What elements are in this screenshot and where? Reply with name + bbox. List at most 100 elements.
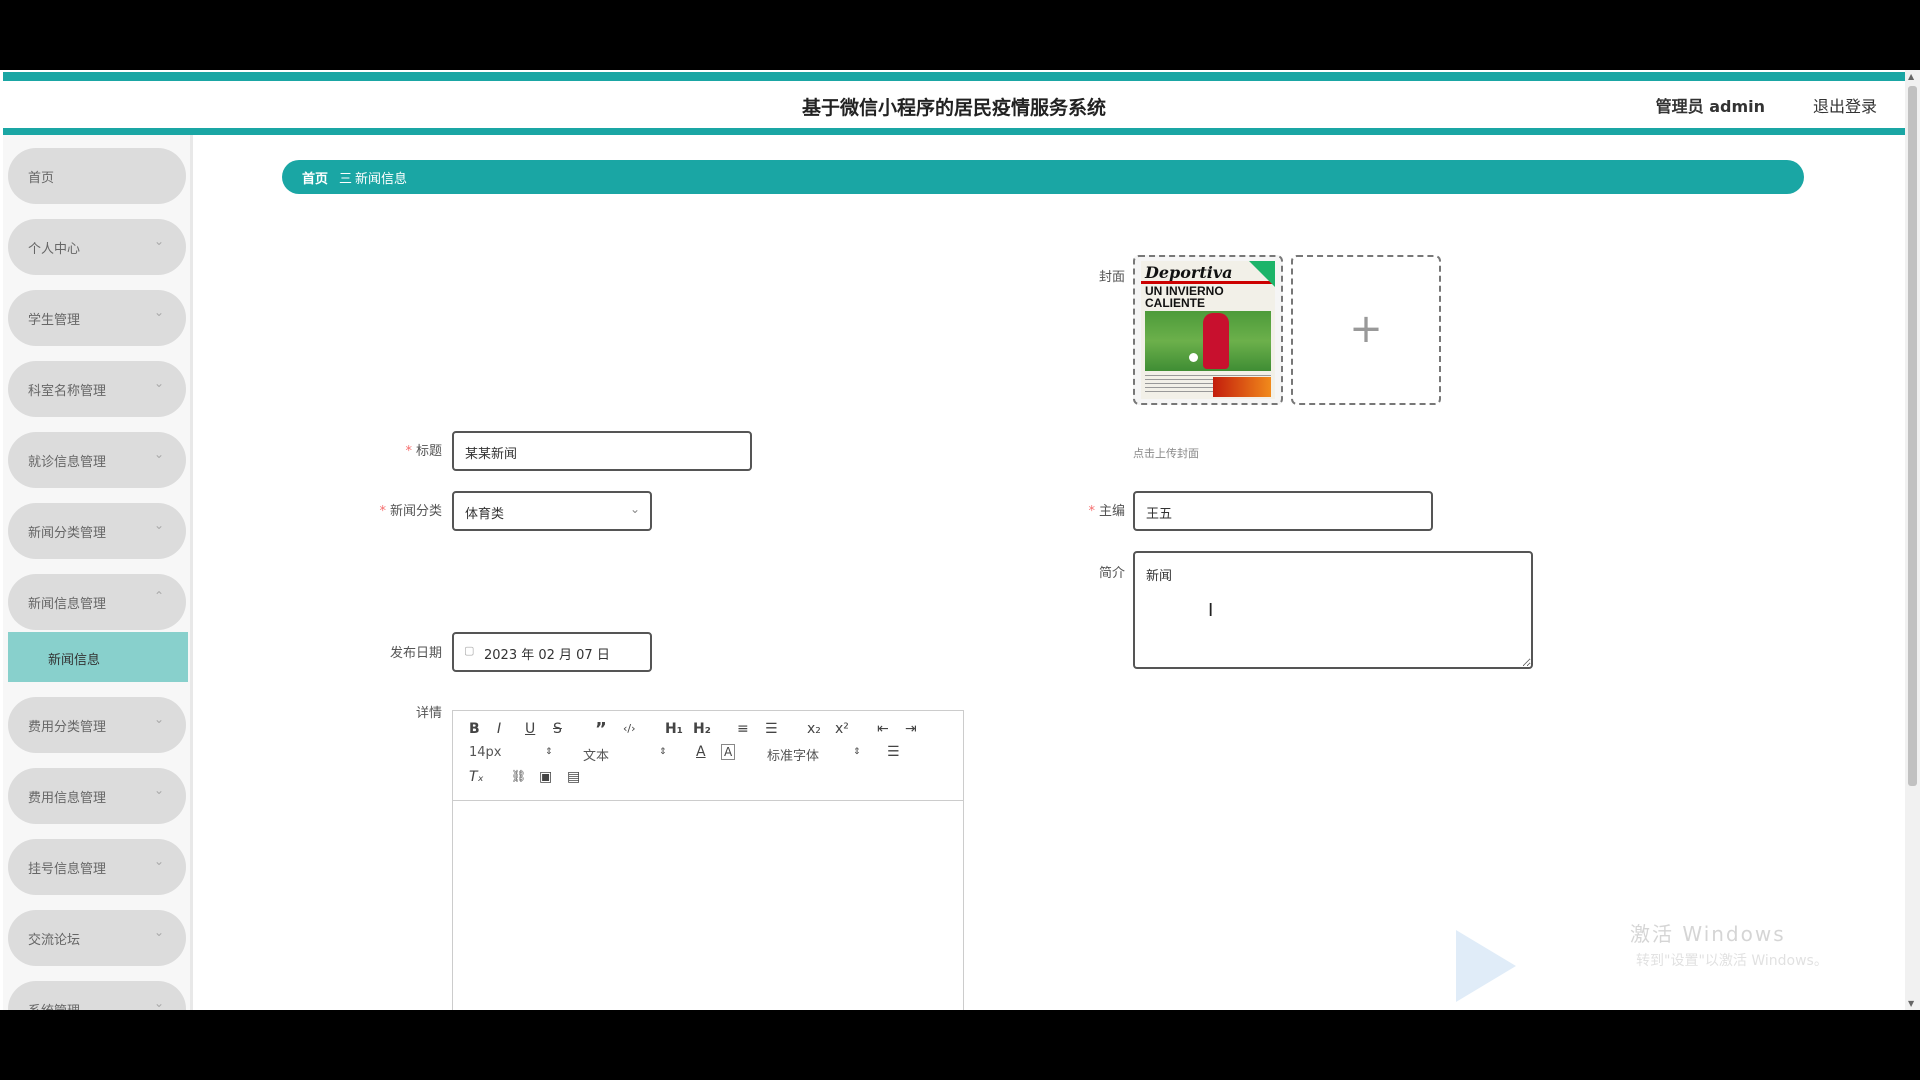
current-user-label: 管理员 admin bbox=[1655, 97, 1765, 116]
breadcrumb: 首页 三 新闻信息 bbox=[282, 160, 1804, 194]
font-size-select[interactable]: 14px ⇕ bbox=[469, 745, 553, 760]
sidebar-subitem-label: 新闻信息 bbox=[48, 653, 101, 668]
category-select[interactable]: 体育类 ⌄ bbox=[452, 491, 652, 531]
breadcrumb-home[interactable]: 首页 bbox=[302, 168, 328, 187]
newspaper-headline: UN INVIERNO CALIENTE bbox=[1145, 284, 1224, 310]
cover-image[interactable]: Deportiva UN INVIERNO CALIENTE bbox=[1133, 255, 1283, 405]
sidebar-item-registration-management[interactable]: 挂号信息管理 ⌄ bbox=[8, 839, 186, 895]
cover-label: 封面 bbox=[1098, 270, 1125, 285]
font-color-icon[interactable]: A bbox=[696, 744, 706, 760]
background-color-icon[interactable]: A bbox=[721, 744, 736, 760]
text-cursor-icon: I bbox=[1208, 600, 1214, 621]
detail-label: 详情 bbox=[415, 706, 442, 721]
bullet-list-button[interactable]: ☰ bbox=[765, 721, 778, 737]
watermark-line1: 激活 Windows bbox=[1630, 922, 1786, 946]
publish-date-label: 发布日期 bbox=[389, 646, 442, 661]
chevron-down-icon: ⌄ bbox=[153, 783, 164, 797]
sidebar-item-label: 挂号信息管理 bbox=[28, 862, 107, 877]
publish-date-input[interactable]: ▢ 2023 年 02 月 07 日 bbox=[452, 632, 652, 672]
scrollbar-thumb[interactable] bbox=[1908, 86, 1917, 786]
page-scrollbar[interactable]: ▲ ▼ bbox=[1905, 70, 1920, 1010]
italic-button[interactable]: I bbox=[497, 721, 501, 737]
sidebar-item-label: 学生管理 bbox=[28, 313, 81, 328]
chevron-down-icon: ⌄ bbox=[153, 234, 164, 248]
sidebar-item-label: 科室名称管理 bbox=[28, 384, 107, 399]
sidebar-item-fee-category-management[interactable]: 费用分类管理 ⌄ bbox=[8, 697, 186, 753]
select-arrows-icon: ⇕ bbox=[659, 747, 667, 757]
image-button[interactable]: ▣ bbox=[539, 769, 552, 785]
title-label: * 标题 bbox=[405, 444, 442, 459]
sidebar-item-home[interactable]: 首页 bbox=[8, 148, 186, 204]
upload-cover-button[interactable]: + bbox=[1291, 255, 1441, 405]
editor-toolbar: B I U S ” ‹/› H₁ H₂ ≡ ☰ x₂ x² ⇤ ⇥ 14px ⇕ … bbox=[453, 711, 963, 801]
outdent-button[interactable]: ⇤ bbox=[877, 721, 889, 737]
underline-button[interactable]: U bbox=[525, 721, 535, 737]
editor-label: * 主编 bbox=[1088, 504, 1125, 519]
logout-button[interactable]: 退出登录 bbox=[1813, 93, 1877, 117]
editor-input[interactable]: 王五 bbox=[1133, 491, 1433, 531]
rich-text-editor: B I U S ” ‹/› H₁ H₂ ≡ ☰ x₂ x² ⇤ ⇥ 14px ⇕ … bbox=[452, 710, 964, 1010]
code-block-button[interactable]: ‹/› bbox=[623, 722, 636, 735]
sidebar-item-label: 交流论坛 bbox=[28, 933, 81, 948]
chevron-down-icon: ⌄ bbox=[629, 502, 640, 516]
plus-icon: + bbox=[1349, 306, 1383, 352]
chevron-down-icon: ⌄ bbox=[153, 925, 164, 939]
sidebar-item-personal-center[interactable]: 个人中心 ⌄ bbox=[8, 219, 186, 275]
heading1-button[interactable]: H₁ bbox=[665, 721, 683, 737]
select-arrows-icon: ⇕ bbox=[545, 747, 553, 757]
block-type-select[interactable]: 文本 ⇕ bbox=[583, 745, 667, 764]
newspaper-masthead: Deportiva bbox=[1145, 263, 1233, 282]
link-button[interactable]: ⛓ bbox=[511, 769, 526, 783]
windows-activation-watermark: 激活 Windows 转到"设置"以激活 Windows。 bbox=[1450, 910, 1870, 1010]
superscript-button[interactable]: x² bbox=[835, 721, 849, 737]
sidebar-item-forum[interactable]: 交流论坛 ⌄ bbox=[8, 910, 186, 966]
scroll-up-icon[interactable]: ▲ bbox=[1908, 72, 1914, 81]
sidebar-item-department-management[interactable]: 科室名称管理 ⌄ bbox=[8, 361, 186, 417]
font-family-select[interactable]: 标准字体 ⇕ bbox=[767, 745, 861, 764]
sidebar-item-system-management[interactable]: 系统管理 ⌄ bbox=[8, 981, 186, 1010]
category-label: * 新闻分类 bbox=[379, 504, 442, 519]
sidebar-item-student-management[interactable]: 学生管理 ⌄ bbox=[8, 290, 186, 346]
clear-format-button[interactable]: Tₓ bbox=[469, 769, 484, 785]
align-icon[interactable]: ☰ bbox=[887, 744, 900, 760]
video-button[interactable]: ▤ bbox=[567, 769, 580, 785]
select-arrows-icon: ⇕ bbox=[853, 747, 861, 757]
summary-label: 简介 bbox=[1098, 566, 1125, 581]
sidebar-item-label: 个人中心 bbox=[28, 242, 81, 257]
sidebar-item-fee-info-management[interactable]: 费用信息管理 ⌄ bbox=[8, 768, 186, 824]
sidebar-item-label: 就诊信息管理 bbox=[28, 455, 107, 470]
title-input[interactable]: 某某新闻 bbox=[452, 431, 752, 471]
sidebar-item-label: 费用信息管理 bbox=[28, 791, 107, 806]
strikethrough-button[interactable]: S bbox=[553, 721, 562, 737]
bold-button[interactable]: B bbox=[469, 721, 480, 737]
app-title: 基于微信小程序的居民疫情服务系统 bbox=[801, 97, 1106, 119]
publish-date-value: 2023 年 02 月 07 日 bbox=[484, 648, 610, 663]
blockquote-button[interactable]: ” bbox=[595, 719, 607, 740]
sidebar-item-news-info-management[interactable]: 新闻信息管理 ⌃ bbox=[8, 574, 186, 630]
ordered-list-button[interactable]: ≡ bbox=[737, 721, 749, 737]
watermark-line2: 转到"设置"以激活 Windows。 bbox=[1636, 953, 1828, 969]
chevron-down-icon: ⌄ bbox=[153, 712, 164, 726]
summary-textarea[interactable]: 新闻 bbox=[1133, 551, 1533, 669]
sidebar: 首页 个人中心 ⌄ 学生管理 ⌄ 科室名称管理 ⌄ 就诊信息管理 ⌄ 新闻分类管理 ⌄ 新… bbox=[3, 135, 193, 1010]
sidebar-item-label: 系统管理 bbox=[28, 1000, 80, 1010]
editor-content-area[interactable] bbox=[453, 802, 963, 1010]
newspaper-thumbnail: Deportiva UN INVIERNO CALIENTE bbox=[1141, 261, 1275, 399]
breadcrumb-separator: 三 bbox=[339, 172, 353, 187]
breadcrumb-current: 新闻信息 bbox=[355, 172, 408, 187]
indent-button[interactable]: ⇥ bbox=[905, 721, 917, 737]
sidebar-item-visit-management[interactable]: 就诊信息管理 ⌄ bbox=[8, 432, 186, 488]
heading2-button[interactable]: H₂ bbox=[693, 721, 711, 737]
app-window: 基于微信小程序的居民疫情服务系统 管理员 admin 退出登录 首页 个人中心 ⌄… bbox=[0, 70, 1920, 1010]
sidebar-subitem-news-info[interactable]: 新闻信息 bbox=[8, 632, 188, 682]
chevron-down-icon: ⌄ bbox=[153, 376, 164, 390]
sidebar-item-news-category-management[interactable]: 新闻分类管理 ⌄ bbox=[8, 503, 186, 559]
top-header: 基于微信小程序的居民疫情服务系统 管理员 admin 退出登录 bbox=[3, 72, 1905, 135]
windows-logo-icon bbox=[1456, 930, 1516, 1002]
calendar-icon: ▢ bbox=[464, 644, 475, 657]
sidebar-item-label: 首页 bbox=[28, 171, 55, 186]
chevron-up-icon: ⌃ bbox=[153, 589, 164, 603]
chevron-down-icon: ⌄ bbox=[153, 305, 164, 319]
subscript-button[interactable]: x₂ bbox=[807, 721, 821, 737]
scroll-down-icon[interactable]: ▼ bbox=[1908, 999, 1914, 1008]
